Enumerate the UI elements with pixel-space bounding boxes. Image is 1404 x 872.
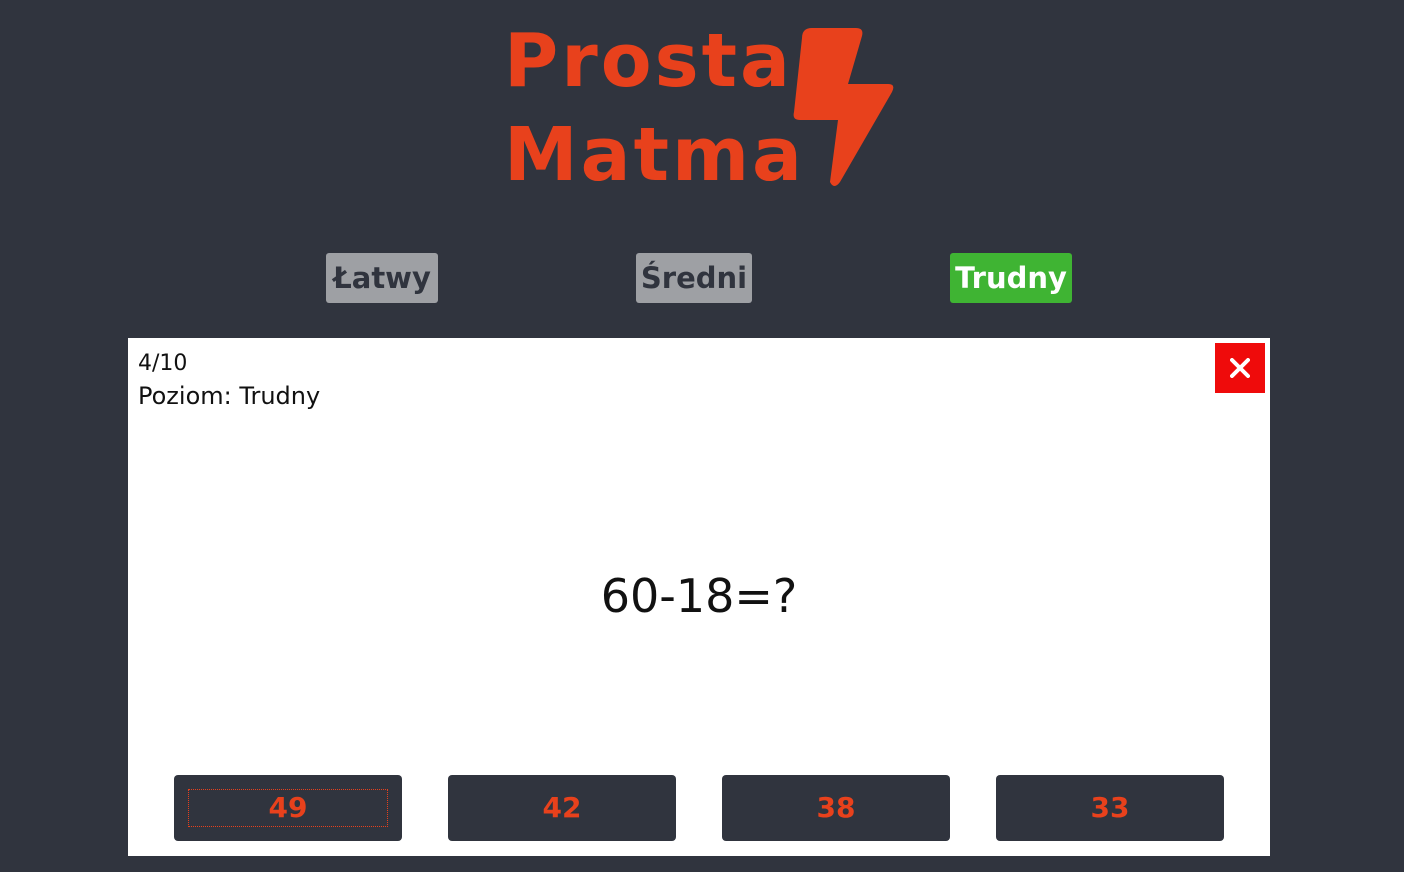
quiz-card: 4/10 Poziom: Trudny 60-18=? 49 42 38 33 bbox=[128, 338, 1270, 856]
answer-list: 49 42 38 33 bbox=[174, 775, 1225, 841]
logo-text: Prosta Matma bbox=[504, 14, 805, 202]
level-info: Poziom: Trudny bbox=[138, 382, 321, 410]
close-icon bbox=[1230, 358, 1250, 378]
question-text: 60-18=? bbox=[600, 569, 798, 623]
close-button[interactable] bbox=[1215, 343, 1265, 393]
logo-line-2: Matma bbox=[504, 112, 805, 198]
answer-button-4[interactable]: 33 bbox=[996, 775, 1224, 841]
lightning-bolt-icon bbox=[793, 28, 894, 186]
level-medium-button[interactable]: Średni bbox=[636, 253, 752, 303]
level-easy-button[interactable]: Łatwy bbox=[326, 253, 438, 303]
answer-button-1[interactable]: 49 bbox=[174, 775, 402, 841]
answer-button-3[interactable]: 38 bbox=[722, 775, 950, 841]
logo-line-1: Prosta bbox=[504, 18, 793, 104]
level-hard-button[interactable]: Trudny bbox=[950, 253, 1072, 303]
answer-button-2[interactable]: 42 bbox=[448, 775, 676, 841]
logo: Prosta Matma bbox=[504, 14, 904, 198]
progress-counter: 4/10 bbox=[138, 351, 188, 376]
